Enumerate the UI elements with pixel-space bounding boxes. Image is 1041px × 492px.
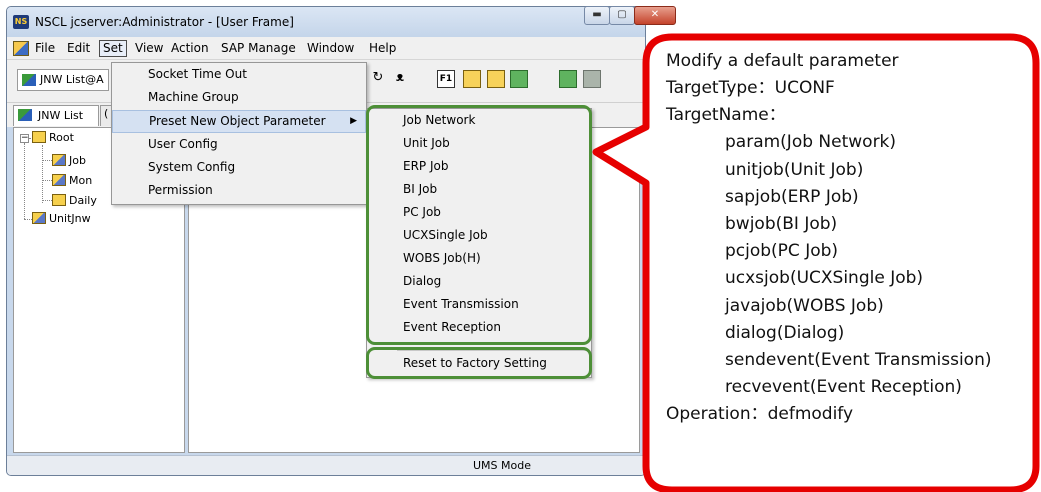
callout-recvevent: recvevent(Event Reception) [725,377,962,397]
callout-bwjob: bwjob(BI Job) [725,214,838,234]
callout-sapjob: sapjob(ERP Job) [725,187,859,207]
callout-javajob: javajob(WOBS Job) [725,296,884,316]
callout-target-type: TargetType：UCONF [666,78,835,98]
callout-target-name: TargetName： [666,105,786,125]
callout-unitjob: unitjob(Unit Job) [725,160,864,180]
callout-operation: Operation：defmodify [666,404,854,424]
callout-sendevent: sendevent(Event Transmission) [725,350,992,370]
callout-heading: Modify a default parameter [666,51,899,71]
callout-param: param(Job Network) [725,132,897,152]
callout-ucxsjob: ucxsjob(UCXSingle Job) [725,268,924,288]
callout-dialog: dialog(Dialog) [725,323,845,343]
callout-pcjob: pcjob(PC Job) [725,241,839,261]
